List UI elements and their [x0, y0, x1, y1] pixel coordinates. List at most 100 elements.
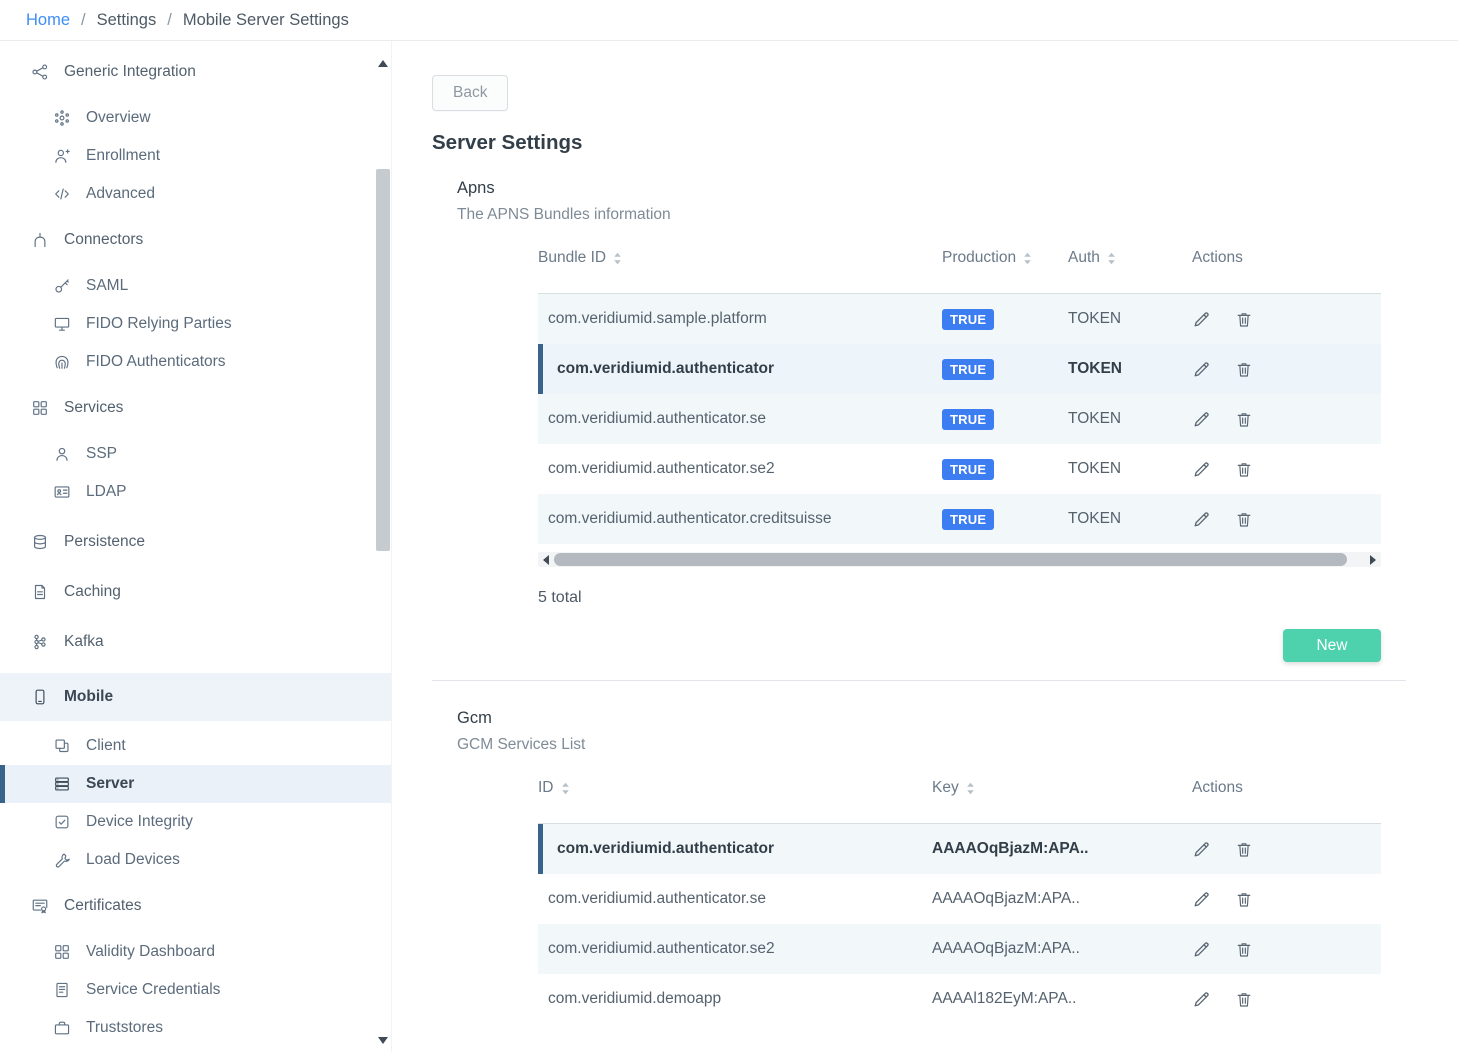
sidebar-scrollbar[interactable] [375, 41, 391, 1052]
row-actions [1192, 460, 1381, 479]
edit-icon[interactable] [1192, 360, 1211, 379]
sidebar-item-label: LDAP [86, 483, 127, 501]
gcm-table-row[interactable]: com.veridiumid.authenticatorAAAAOqBjazM:… [538, 824, 1381, 874]
delete-icon[interactable] [1235, 310, 1253, 329]
sidebar-item-label: Mobile [64, 688, 113, 706]
edit-icon[interactable] [1192, 310, 1211, 329]
edit-icon[interactable] [1192, 460, 1211, 479]
scrollbar-thumb[interactable] [554, 553, 1347, 566]
delete-icon[interactable] [1235, 840, 1253, 859]
apns-section-subtitle: The APNS Bundles information [457, 206, 1458, 224]
sidebar-item-load-devices[interactable]: Load Devices [0, 841, 391, 879]
triangle-down-icon [378, 1037, 388, 1044]
sidebar-item-label: SAML [86, 277, 128, 295]
edit-icon[interactable] [1192, 510, 1211, 529]
delete-icon[interactable] [1235, 510, 1253, 529]
scrollbar-track[interactable] [554, 552, 1365, 567]
apns-footer: New [432, 629, 1381, 662]
delete-icon[interactable] [1235, 460, 1253, 479]
back-button[interactable]: Back [432, 75, 508, 111]
section-divider [432, 680, 1406, 681]
sidebar-item-label: Client [86, 737, 126, 755]
sidebar-item-advanced[interactable]: Advanced [0, 175, 391, 213]
apns-table-row[interactable]: com.veridiumid.authenticator.seTRUETOKEN [538, 394, 1381, 444]
delete-icon[interactable] [1235, 940, 1253, 959]
auth-cell: TOKEN [1068, 410, 1192, 428]
scroll-up-button[interactable] [375, 55, 391, 71]
certificates-icon [30, 897, 49, 915]
client-icon [52, 737, 71, 755]
apns-table-row[interactable]: com.veridiumid.authenticatorTRUETOKEN [538, 344, 1381, 394]
sidebar-item-client[interactable]: Client [0, 727, 391, 765]
column-header-production[interactable]: Production [942, 249, 1068, 267]
auth-cell: TOKEN [1068, 310, 1192, 328]
column-header-auth[interactable]: Auth [1068, 249, 1192, 267]
bundle-id-cell: com.veridiumid.authenticator [538, 360, 942, 378]
column-header-label: Key [932, 779, 959, 797]
delete-icon[interactable] [1235, 410, 1253, 429]
triangle-right-icon [1370, 555, 1376, 565]
sidebar-item-mobile[interactable]: Mobile [0, 673, 391, 721]
service-key-cell: AAAAOqBjazM:APA.. [932, 890, 1192, 908]
apns-table-row[interactable]: com.veridiumid.sample.platformTRUETOKEN [538, 294, 1381, 344]
column-header-key[interactable]: Key [932, 779, 1192, 797]
sidebar-item-server[interactable]: Server [0, 765, 391, 803]
column-header-id[interactable]: ID [538, 779, 932, 797]
edit-icon[interactable] [1192, 840, 1211, 859]
apns-table-row[interactable]: com.veridiumid.authenticator.creditsuiss… [538, 494, 1381, 544]
sidebar-item-fido-authenticators[interactable]: FIDO Authenticators [0, 343, 391, 381]
scroll-down-button[interactable] [375, 1032, 391, 1048]
sidebar-item-overview[interactable]: Overview [0, 99, 391, 137]
sidebar-item-validity-dashboard[interactable]: Validity Dashboard [0, 933, 391, 971]
gcm-table-row[interactable]: com.veridiumid.demoappAAAAl182EyM:APA.. [538, 974, 1381, 1024]
scroll-right-button[interactable] [1365, 552, 1381, 567]
sidebar-item-label: Server [86, 775, 134, 793]
sidebar-item-device-integrity[interactable]: Device Integrity [0, 803, 391, 841]
sidebar-scrollbar-thumb[interactable] [376, 169, 390, 551]
delete-icon[interactable] [1235, 990, 1253, 1009]
edit-icon[interactable] [1192, 410, 1211, 429]
sidebar-item-kafka[interactable]: Kafka [0, 623, 391, 661]
triangle-left-icon [543, 555, 549, 565]
sidebar-item-caching[interactable]: Caching [0, 573, 391, 611]
edit-icon[interactable] [1192, 940, 1211, 959]
gcm-table-header: IDKeyActions [538, 754, 1381, 824]
delete-icon[interactable] [1235, 360, 1253, 379]
sidebar-item-persistence[interactable]: Persistence [0, 523, 391, 561]
gcm-table-row[interactable]: com.veridiumid.authenticator.seAAAAOqBja… [538, 874, 1381, 924]
sidebar-item-service-credentials[interactable]: Service Credentials [0, 971, 391, 1009]
sort-icon [1023, 252, 1032, 265]
sort-icon [561, 782, 570, 795]
sidebar-item-saml[interactable]: SAML [0, 267, 391, 305]
sidebar-item-label: Validity Dashboard [86, 943, 215, 961]
gcm-table-row[interactable]: com.veridiumid.authenticator.se2AAAAOqBj… [538, 924, 1381, 974]
sidebar-item-label: Device Integrity [86, 813, 193, 831]
new-button[interactable]: New [1283, 629, 1381, 662]
gcm-section-title: Gcm [457, 709, 1458, 728]
sidebar-item-ssp[interactable]: SSP [0, 435, 391, 473]
sidebar-item-certificates[interactable]: Certificates [0, 887, 391, 925]
breadcrumb-item-home[interactable]: Home [26, 11, 70, 30]
column-header-bundle-id[interactable]: Bundle ID [538, 249, 942, 267]
gcm-section-subtitle: GCM Services List [457, 736, 1458, 754]
edit-icon[interactable] [1192, 890, 1211, 909]
sidebar-item-enrollment[interactable]: Enrollment [0, 137, 391, 175]
delete-icon[interactable] [1235, 890, 1253, 909]
sidebar-nav: Generic Integration OverviewEnrollmentAdv… [0, 43, 391, 1047]
sidebar-item-connectors[interactable]: Connectors [0, 221, 391, 259]
row-actions [1192, 360, 1381, 379]
sidebar-item-truststores[interactable]: Truststores [0, 1009, 391, 1047]
sidebar-item-label: Service Credentials [86, 981, 220, 999]
apns-horizontal-scrollbar[interactable] [538, 552, 1381, 567]
edit-icon[interactable] [1192, 990, 1211, 1009]
sidebar-item-fido-relying-parties[interactable]: FIDO Relying Parties [0, 305, 391, 343]
apns-table-row[interactable]: com.veridiumid.authenticator.se2TRUETOKE… [538, 444, 1381, 494]
sidebar-item-ldap[interactable]: LDAP [0, 473, 391, 511]
sidebar-item-label: FIDO Relying Parties [86, 315, 232, 333]
sidebar-item-services[interactable]: Services [0, 389, 391, 427]
scroll-left-button[interactable] [538, 552, 554, 567]
service-key-cell: AAAAl182EyM:APA.. [932, 990, 1192, 1008]
sidebar-item-generic-integration[interactable]: Generic Integration [0, 53, 391, 91]
bundle-id-cell: com.veridiumid.authenticator.creditsuiss… [538, 510, 942, 528]
sidebar-item-label: Services [64, 399, 123, 417]
